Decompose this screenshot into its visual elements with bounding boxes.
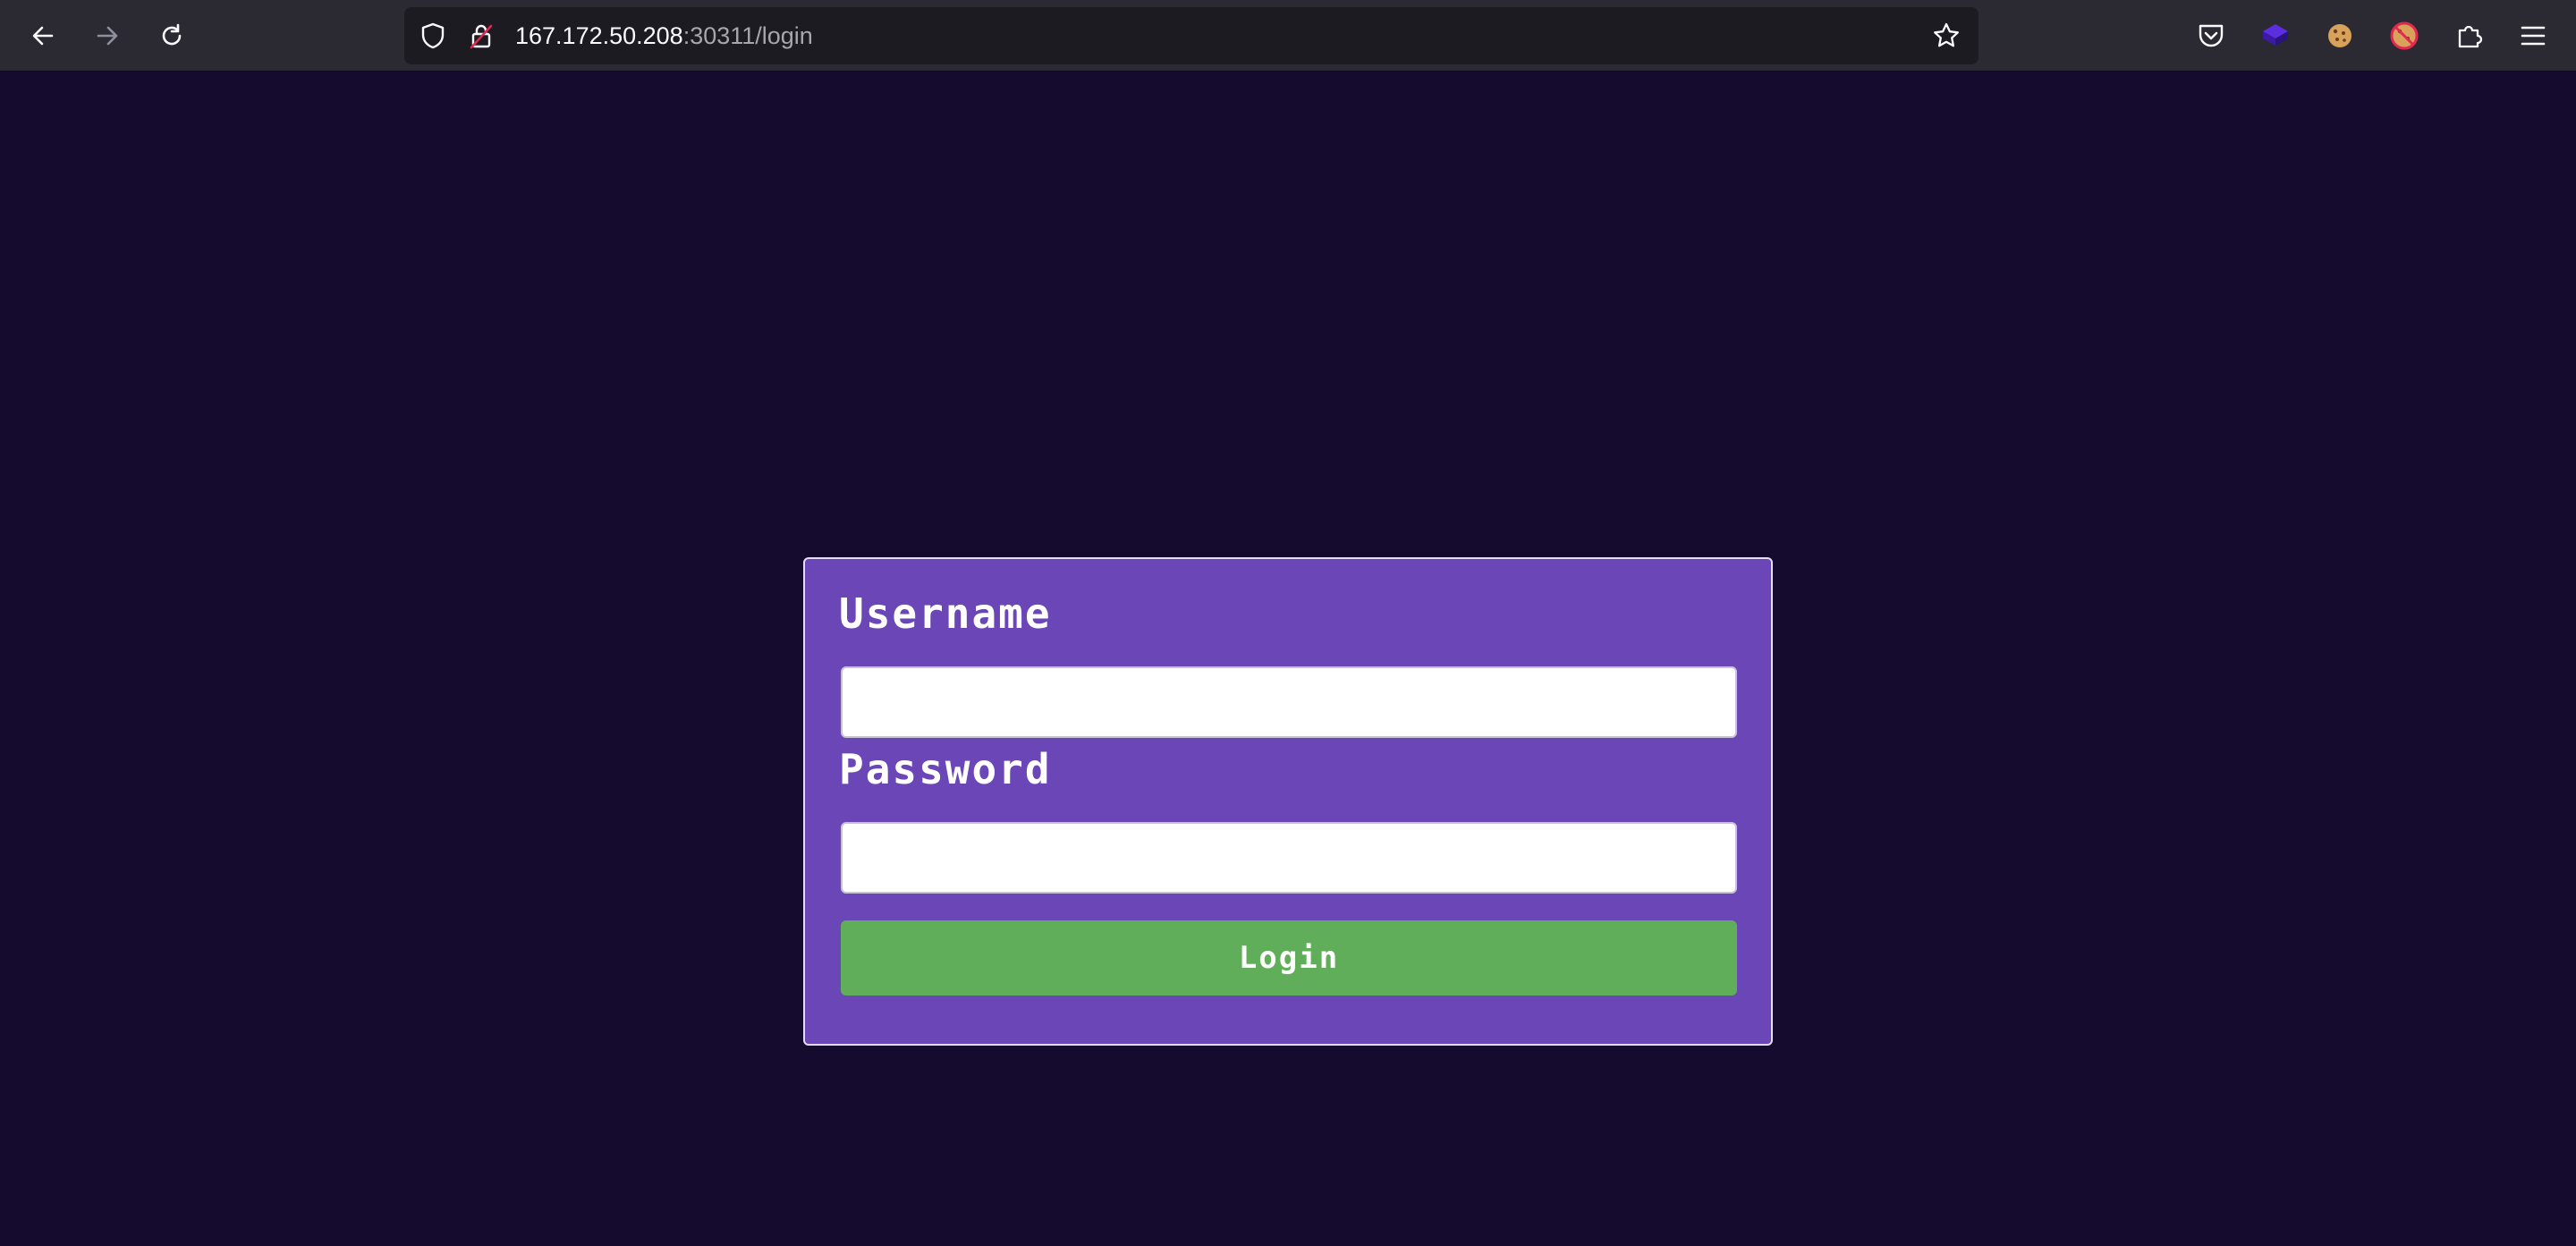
password-label: Password [839,745,1052,793]
tracking-protection-shield-icon[interactable] [419,21,447,50]
back-button[interactable] [21,14,64,57]
browser-toolbar: 167.172.50.208:30311/login [0,0,2576,72]
insecure-lock-icon[interactable] [467,21,496,50]
login-button[interactable]: Login [841,920,1737,996]
cookie-blocked-icon[interactable] [2386,18,2422,54]
password-input[interactable] [841,822,1737,894]
url-text[interactable]: 167.172.50.208:30311/login [515,7,813,64]
username-input[interactable] [841,666,1737,738]
url-path: :30311/login [682,22,813,49]
bookmark-star-icon[interactable] [1932,21,1961,50]
address-bar[interactable]: 167.172.50.208:30311/login [404,7,1979,64]
login-card: Username Password Login [803,557,1773,1046]
forward-arrow-icon [97,26,118,46]
username-label: Username [839,589,1052,638]
reload-button[interactable] [150,14,193,57]
pocket-icon[interactable] [2193,18,2229,54]
hamburger-menu-icon[interactable] [2515,18,2551,54]
reload-icon [162,23,182,46]
cookie-icon[interactable] [2322,18,2358,54]
forward-button[interactable] [86,14,129,57]
url-host: 167.172.50.208 [515,22,683,49]
extension-cube-icon[interactable] [2258,18,2293,54]
extensions-puzzle-icon[interactable] [2451,18,2487,54]
back-arrow-icon [32,26,54,46]
